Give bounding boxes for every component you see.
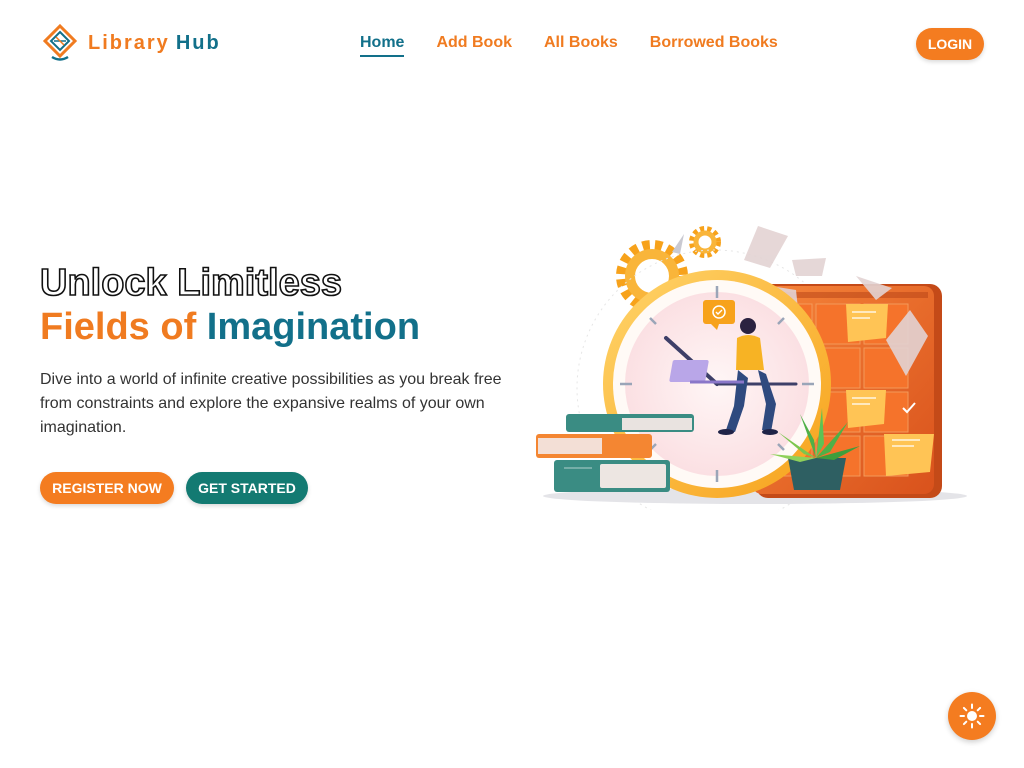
nav-home-link[interactable]: Home — [360, 34, 405, 57]
navbar: Library Hub Home Add Book All Books Borro… — [0, 0, 1024, 88]
get-started-button[interactable]: GET STARTED — [186, 472, 308, 504]
nav-add-book-link[interactable]: Add Book — [436, 34, 512, 57]
sun-icon — [959, 703, 985, 729]
nav-links: Home Add Book All Books Borrowed Books — [360, 34, 778, 57]
brand-word-hub: Hub — [175, 31, 221, 54]
nav-all-books-link[interactable]: All Books — [544, 34, 618, 57]
brand-name: Library Hub — [88, 32, 221, 55]
register-now-button[interactable]: REGISTER NOW — [40, 472, 174, 504]
hero-title-fields-of: Fields of — [40, 306, 197, 348]
hero-description: Dive into a world of infinite creative p… — [40, 371, 502, 436]
hero-title-line2: Fields of Imagination — [40, 306, 420, 349]
nav-borrowed-books-link[interactable]: Borrowed Books — [650, 34, 778, 57]
hero-title-imagination: Imagination — [206, 306, 421, 348]
book-diamond-icon — [42, 24, 78, 61]
hero-title-line1: Unlock Limitless — [39, 261, 343, 305]
theme-toggle-button[interactable] — [948, 692, 996, 740]
login-button[interactable]: LOGIN — [916, 28, 984, 60]
brand-word-library: Library — [88, 31, 170, 54]
brand-logo-link[interactable]: Library Hub — [42, 24, 221, 62]
reading-clock-illustration — [536, 226, 967, 510]
